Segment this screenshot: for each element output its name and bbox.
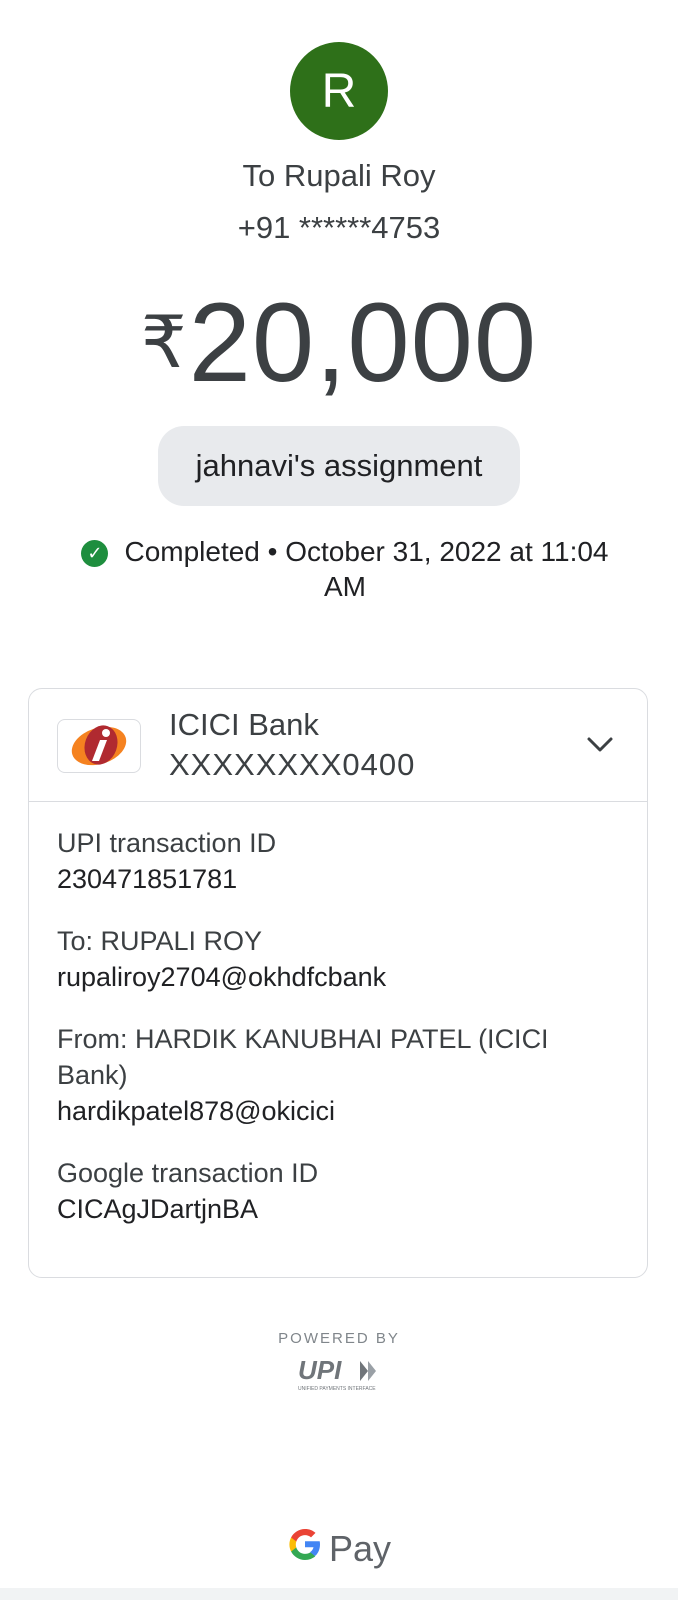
detail-value: CICAgJDartjnBA [57,1194,259,1224]
detail-label: UPI transaction ID [57,828,277,858]
detail-label: Google transaction ID [57,1158,319,1188]
currency-symbol: ₹ [140,303,187,383]
detail-row: UPI transaction ID 230471851781 [57,825,619,897]
recipient-phone: +91 ******4753 [237,210,441,245]
amount-value: 20,000 [188,280,538,405]
system-navigation-bar [0,1588,678,1600]
detail-label: From: HARDIK KANUBHAI PATEL (ICICI Bank) [57,1024,549,1090]
check-circle-icon: ✓ [81,540,109,567]
details-list: UPI transaction ID 230471851781 To: RUPA… [57,825,619,1253]
transaction-details-card: ICICI Bank XXXXXXXX0400 UPI transaction … [28,688,648,1278]
detail-row: To: RUPALI ROY rupaliroy2704@okhdfcbank [57,923,619,995]
payment-status: ✓ Completed • October 31, 2022 at 11:04 A… [60,534,630,604]
google-g-icon [287,1526,323,1572]
payment-amount: ₹20,000 [0,278,678,407]
payment-note: jahnavi's assignment [158,426,520,506]
powered-by-label: POWERED BY [278,1330,400,1347]
detail-row: From: HARDIK KANUBHAI PATEL (ICICI Bank)… [57,1021,619,1129]
svg-text:UNIFIED PAYMENTS INTERFACE: UNIFIED PAYMENTS INTERFACE [298,1386,376,1392]
detail-row: Google transaction ID CICAgJDartjnBA [57,1155,619,1227]
icici-logo-icon [57,719,141,773]
detail-value: rupaliroy2704@okhdfcbank [57,962,387,992]
google-pay-logo: Pay [0,1526,678,1572]
detail-value: 230471851781 [57,864,238,894]
status-text: Completed • October 31, 2022 at 11:04 AM [124,536,609,602]
recipient-name: To Rupali Roy [242,158,436,193]
detail-label: To: RUPALI ROY [57,926,263,956]
bank-account-header[interactable]: ICICI Bank XXXXXXXX0400 [29,689,647,802]
recipient-avatar: R [290,42,388,140]
upi-logo-icon: UPI UNIFIED PAYMENTS INTERFACE [298,1355,376,1392]
svg-text:UPI: UPI [298,1355,342,1385]
detail-value: hardikpatel878@okicici [57,1096,336,1126]
bank-account-number: XXXXXXXX0400 [169,747,416,782]
bank-name: ICICI Bank [169,707,319,742]
chevron-down-icon[interactable] [583,727,617,761]
google-pay-text: Pay [328,1528,392,1569]
